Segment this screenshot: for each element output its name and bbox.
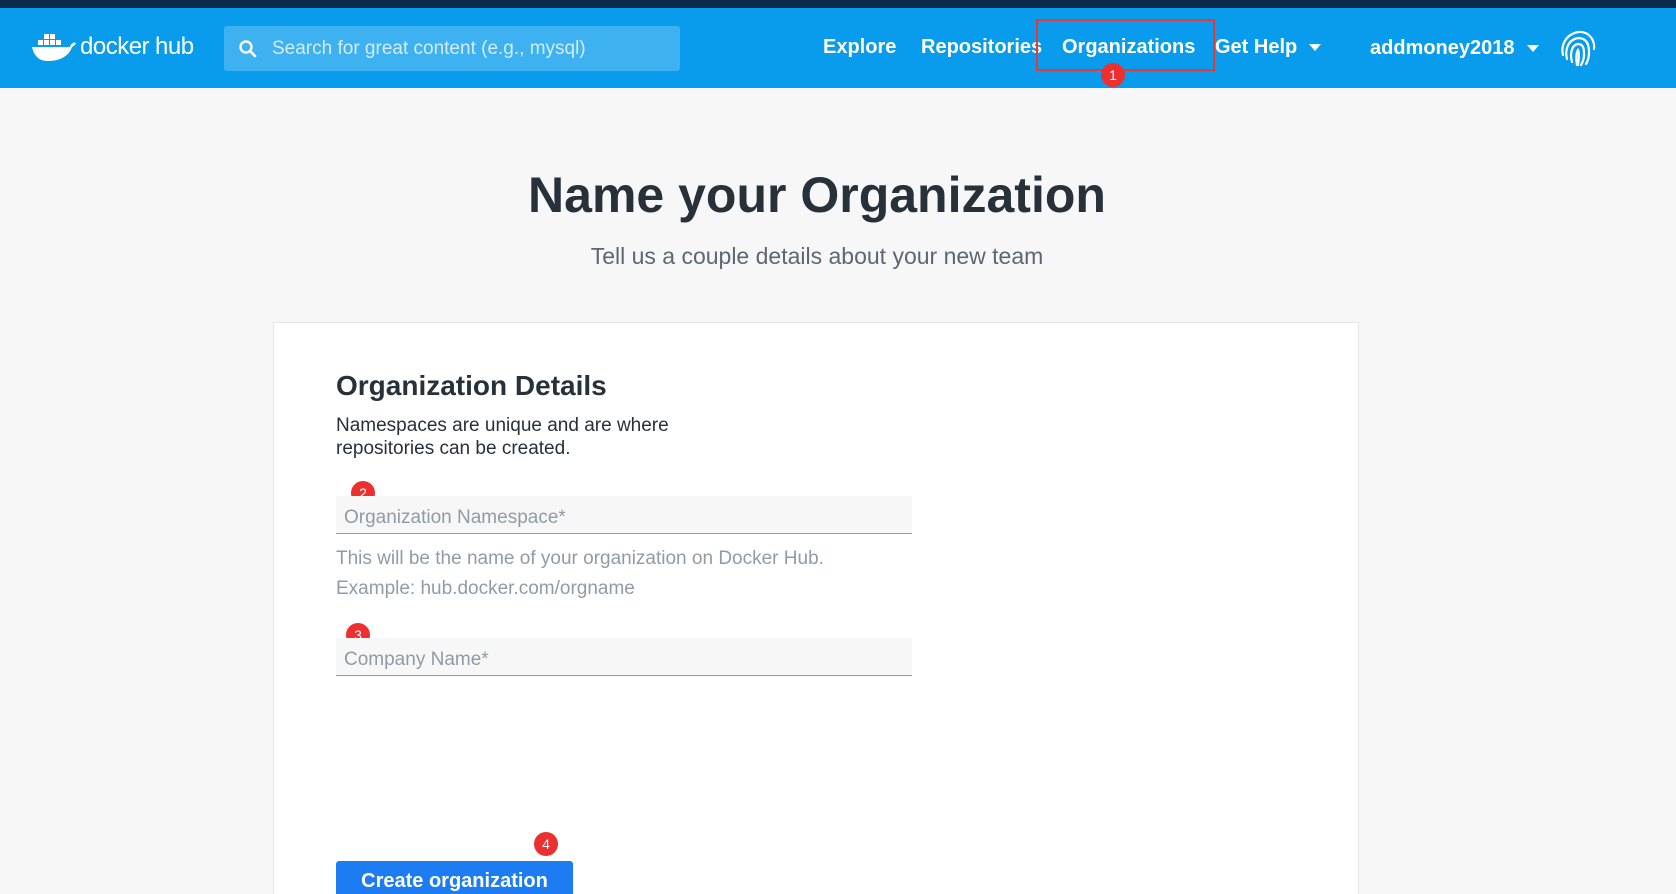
logo-hub: hub [155, 33, 194, 60]
top-strip [0, 0, 1676, 8]
search-bar[interactable] [224, 26, 680, 71]
logo-brand: docker [80, 33, 150, 60]
page-subtitle: Tell us a couple details about your new … [590, 243, 1044, 269]
nav-get-help-label: Get Help [1215, 36, 1298, 58]
nav-get-help[interactable]: Get Help [1215, 36, 1322, 59]
page-title: Name your Organization [528, 167, 1106, 223]
caret-down-icon [1526, 45, 1539, 53]
section-title: Organization Details [336, 370, 607, 401]
search-input[interactable] [272, 37, 672, 60]
search-icon [239, 39, 257, 57]
docker-whale-icon [32, 34, 76, 61]
nav-explore[interactable]: Explore [823, 36, 896, 59]
company-name-field[interactable] [336, 638, 912, 676]
fingerprint-icon[interactable] [1556, 25, 1600, 69]
username-label: addmoney2018 [1370, 37, 1515, 59]
section-description: Namespaces are unique and are where repo… [336, 415, 669, 459]
nav-repositories[interactable]: Repositories [921, 36, 1042, 59]
create-organization-button[interactable]: Create organization [336, 861, 573, 894]
docker-hub-logo[interactable]: docker hub [30, 30, 194, 64]
caret-down-icon [1309, 44, 1322, 52]
logo-text: docker hub [80, 33, 194, 61]
form-card [273, 322, 1359, 894]
organization-namespace-field[interactable] [336, 496, 912, 534]
annotation-marker-4: 4 [534, 832, 558, 856]
namespace-help-text: This will be the name of your organizati… [336, 548, 824, 569]
annotation-highlight-box [1036, 19, 1215, 71]
user-menu[interactable]: addmoney2018 [1370, 37, 1539, 60]
namespace-example-text: Example: hub.docker.com/orgname [336, 578, 635, 599]
annotation-marker-1: 1 [1101, 63, 1125, 87]
